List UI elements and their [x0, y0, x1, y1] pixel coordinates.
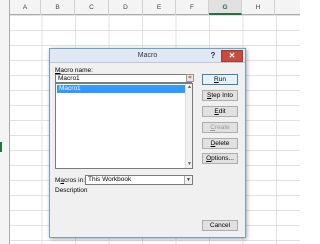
close-icon: ✕	[228, 51, 236, 60]
column-header-d[interactable]: D	[109, 0, 143, 15]
column-header-e[interactable]: E	[143, 0, 176, 15]
close-button[interactable]: ✕	[221, 50, 243, 62]
list-scrollbar[interactable]: ▲ ▼	[185, 84, 192, 168]
cancel-button[interactable]: Cancel	[202, 220, 238, 231]
help-button[interactable]: ?	[207, 50, 219, 62]
scroll-down-icon[interactable]: ▼	[186, 161, 193, 168]
macro-name-icon[interactable]: ⌗	[186, 74, 194, 82]
macro-name-input[interactable]: Macro1	[55, 74, 192, 83]
macros-in-value: This Workbook	[88, 176, 132, 183]
macros-in-select[interactable]: This Workbook ▼	[85, 175, 193, 185]
macros-in-label: Macros in:	[55, 177, 85, 184]
scroll-up-icon[interactable]: ▲	[186, 84, 193, 91]
macro-dialog: Macro ? ✕ Macro name: Macro1 ⌗ Macro1 ▲ …	[49, 48, 246, 238]
list-item[interactable]: Macro1	[57, 85, 185, 93]
options-button[interactable]: Options...	[202, 153, 238, 164]
column-headers: A B C D E F G H	[0, 0, 300, 15]
delete-button[interactable]: Delete	[202, 138, 238, 149]
run-button[interactable]: Run	[202, 74, 238, 85]
column-header-g[interactable]: G	[209, 0, 242, 15]
step-into-button[interactable]: Step Into	[202, 90, 238, 101]
column-header-b[interactable]: B	[41, 0, 75, 15]
edit-button[interactable]: Edit	[202, 106, 238, 117]
macro-list[interactable]: Macro1 ▲ ▼	[55, 83, 193, 169]
chevron-down-icon[interactable]: ▼	[184, 176, 192, 184]
select-all-corner[interactable]	[0, 0, 10, 15]
column-header-c[interactable]: C	[75, 0, 109, 15]
row-headers	[0, 15, 10, 244]
dialog-titlebar[interactable]: Macro ? ✕	[50, 49, 245, 63]
description-label: Description	[55, 187, 88, 194]
macro-name-label: Macro name:	[55, 67, 93, 74]
column-header-a[interactable]: A	[10, 0, 41, 15]
active-row-indicator	[0, 142, 2, 152]
column-header-h[interactable]: H	[242, 0, 275, 15]
create-button: Create	[202, 122, 238, 133]
column-header-f[interactable]: F	[176, 0, 209, 15]
